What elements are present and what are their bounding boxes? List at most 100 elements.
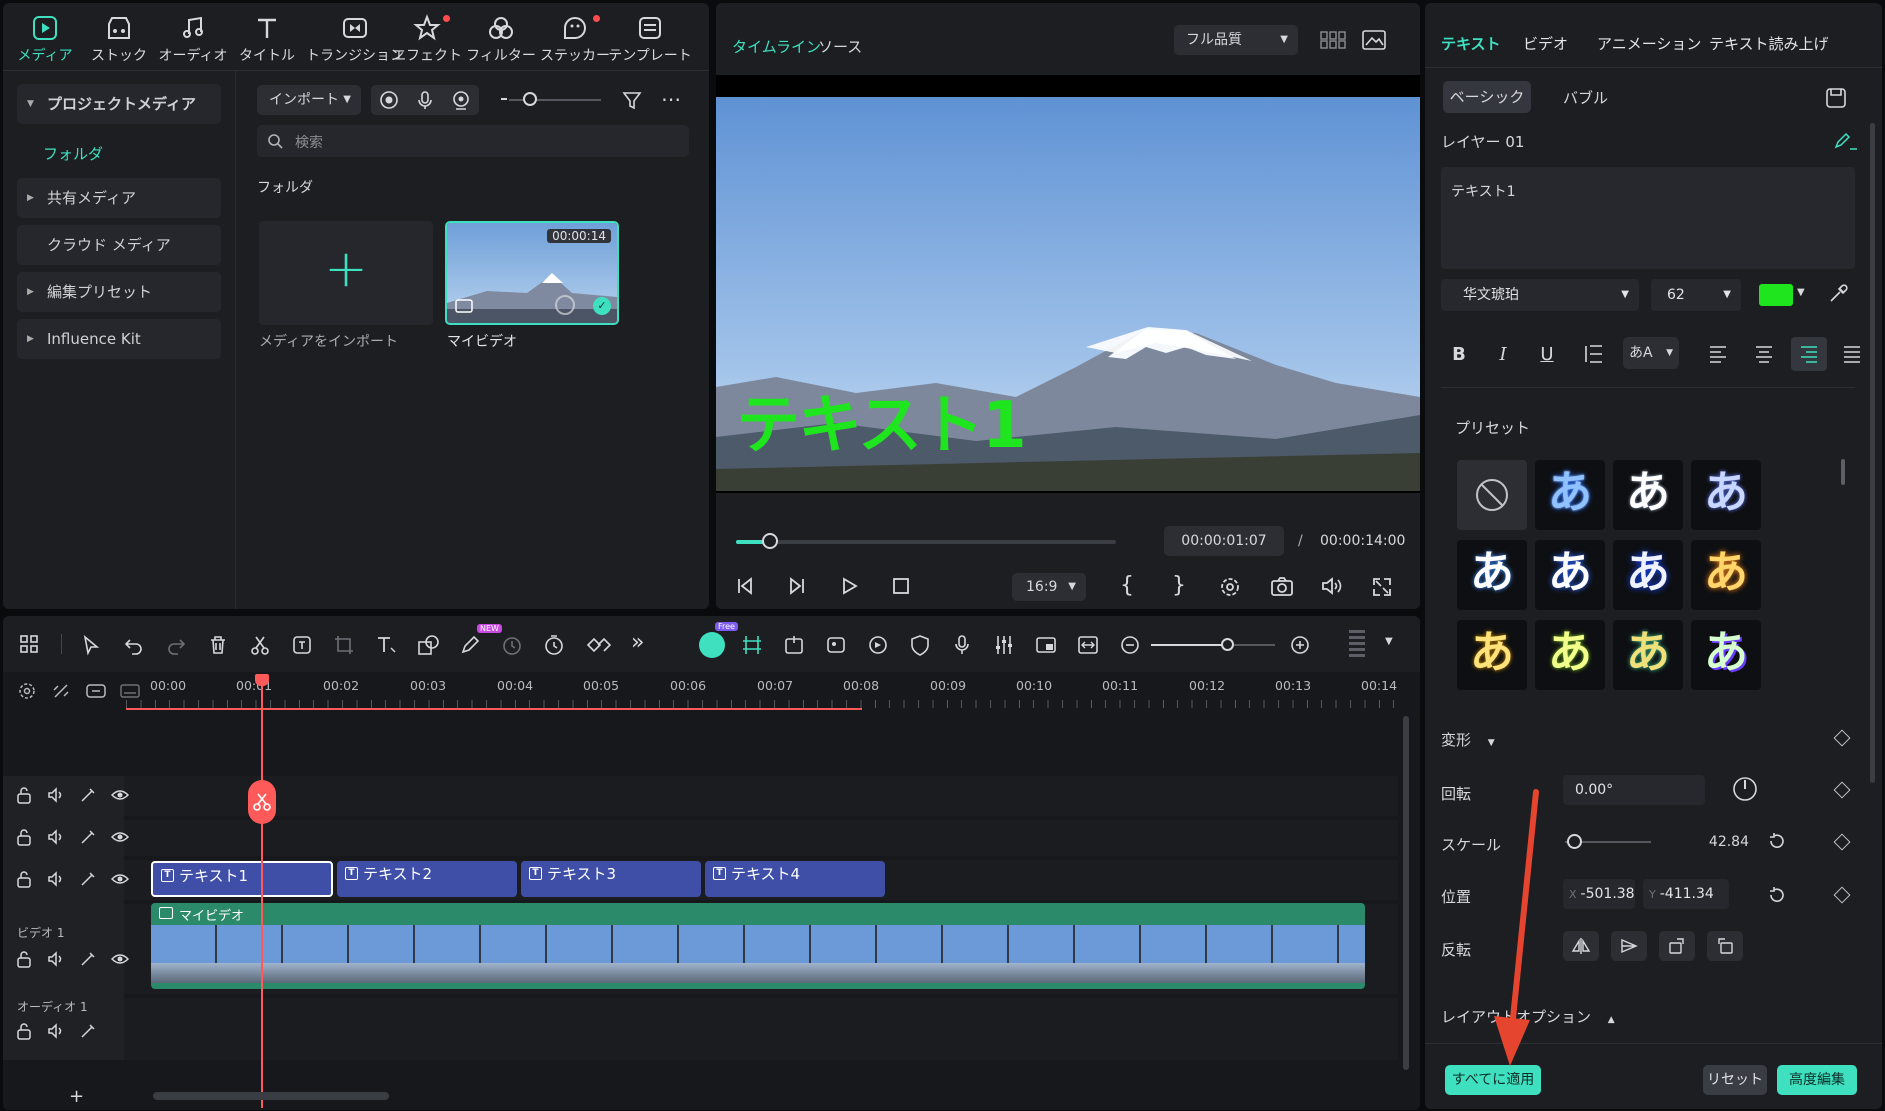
playback-progress-bar[interactable]	[736, 533, 1116, 549]
bold-button[interactable]: B	[1441, 337, 1477, 371]
playhead-handle[interactable]	[255, 674, 269, 686]
zoom-in-icon[interactable]	[1289, 634, 1311, 656]
crop-icon[interactable]	[333, 634, 355, 656]
tab-timeline[interactable]: タイムライン	[732, 36, 821, 57]
horizontal-scrollbar[interactable]	[153, 1092, 389, 1100]
speed-clock-icon[interactable]	[501, 634, 523, 656]
mark-in-icon[interactable]: {	[1120, 573, 1134, 598]
advanced-edit-button[interactable]: 高度編集	[1777, 1065, 1857, 1095]
text-clip[interactable]: T テキスト4	[705, 861, 885, 897]
microphone-icon[interactable]	[415, 90, 435, 110]
previous-frame-icon[interactable]	[734, 575, 756, 597]
scale-slider-knob[interactable]	[1566, 834, 1582, 849]
tab-text-to-speech[interactable]: テキスト読み上げ	[1709, 33, 1829, 54]
lock-icon[interactable]	[15, 950, 33, 968]
more-options-icon[interactable]: ⋯	[661, 87, 681, 111]
preview-text-overlay[interactable]: テキスト1	[736, 393, 1027, 459]
sidebar-item-edit-presets[interactable]: ▶ 編集プリセット	[17, 272, 221, 312]
volume-icon[interactable]	[47, 950, 65, 968]
effects-wand-icon[interactable]	[79, 828, 97, 846]
keyframe-diamond-icon[interactable]	[1833, 781, 1851, 799]
video-clip[interactable]: マイビデオ	[151, 903, 1365, 989]
reset-arrow-icon[interactable]	[1767, 885, 1787, 905]
line-spacing-icon[interactable]	[1583, 343, 1605, 365]
timeline-zoom-slider[interactable]	[1151, 638, 1275, 651]
keyframe-diamond-icon[interactable]	[1833, 833, 1851, 851]
preset-style[interactable]: あ	[1691, 620, 1761, 690]
text-clip[interactable]: T テキスト2	[337, 861, 517, 897]
position-x-input[interactable]: X -501.38	[1563, 879, 1635, 909]
quality-dropdown[interactable]: フル品質 ▼	[1174, 25, 1298, 55]
eye-icon[interactable]	[111, 786, 129, 804]
effects-wand-icon[interactable]	[79, 1022, 97, 1040]
layout-grid-icon[interactable]	[19, 634, 39, 654]
toolbar-effect[interactable]: エフェクト	[385, 11, 469, 65]
scissors-split-icon[interactable]	[249, 634, 271, 656]
zoom-knob[interactable]	[1221, 638, 1234, 651]
sidebar-item-influence-kit[interactable]: ▶ Influence Kit	[17, 319, 221, 359]
timer-icon[interactable]	[543, 634, 565, 656]
zoom-out-icon[interactable]	[1119, 634, 1141, 656]
preset-style[interactable]: あ	[1457, 620, 1527, 690]
volume-icon[interactable]	[1320, 575, 1344, 597]
align-justify-icon[interactable]	[1841, 343, 1863, 365]
filter-funnel-icon[interactable]	[621, 89, 643, 111]
align-right-button[interactable]	[1791, 337, 1827, 371]
preset-style[interactable]: あ	[1535, 620, 1605, 690]
ai-assistant-icon[interactable]	[699, 632, 725, 658]
volume-icon[interactable]	[47, 1022, 65, 1040]
next-frame-icon[interactable]	[786, 575, 808, 597]
thumbnail-size-slider[interactable]	[501, 92, 601, 106]
sidebar-item-project-media[interactable]: ▼ プロジェクトメディア	[17, 84, 221, 124]
preset-style[interactable]: あ	[1535, 460, 1605, 530]
preset-style[interactable]: あ	[1691, 540, 1761, 610]
apply-all-button[interactable]: すべてに適用	[1445, 1065, 1541, 1095]
font-size-dropdown[interactable]: 62 ▼	[1651, 279, 1741, 311]
text-color-swatch[interactable]	[1759, 284, 1793, 306]
rotation-dial-icon[interactable]	[1731, 775, 1759, 803]
preset-style[interactable]: あ	[1613, 460, 1683, 530]
playhead-line[interactable]	[261, 680, 263, 1108]
eyedropper-icon[interactable]	[1827, 283, 1849, 305]
inspector-scrollbar[interactable]	[1870, 123, 1875, 783]
sync-audio-icon[interactable]	[867, 634, 889, 656]
undo-icon[interactable]	[123, 634, 145, 656]
align-left-icon[interactable]	[1707, 343, 1729, 365]
volume-icon[interactable]	[47, 828, 65, 846]
unlink-icon[interactable]	[51, 681, 71, 701]
keyframe-diamond-icon[interactable]	[1833, 729, 1851, 747]
preview-viewport[interactable]: テキスト1	[716, 75, 1420, 493]
rotate-counterclockwise-button[interactable]	[1707, 931, 1743, 961]
aspect-ratio-dropdown[interactable]: 16:9 ▼	[1012, 573, 1086, 601]
preset-scrollbar[interactable]	[1841, 459, 1845, 485]
fit-timeline-icon[interactable]	[1077, 634, 1099, 656]
lock-icon[interactable]	[15, 870, 33, 888]
webcam-icon[interactable]	[451, 90, 471, 110]
select-arrow-icon[interactable]	[81, 634, 103, 656]
effects-wand-icon[interactable]	[79, 870, 97, 888]
fullscreen-icon[interactable]	[1372, 577, 1392, 597]
sidebar-item-folder[interactable]: フォルダ	[43, 143, 103, 164]
pip-icon[interactable]	[1035, 634, 1057, 656]
link-clip-icon[interactable]	[85, 681, 107, 701]
tab-text[interactable]: テキスト	[1441, 33, 1501, 54]
tab-video[interactable]: ビデオ	[1523, 33, 1568, 54]
mark-out-icon[interactable]: }	[1172, 573, 1186, 598]
scale-slider[interactable]	[1565, 834, 1651, 849]
timeline-settings-grip-icon[interactable]	[1349, 630, 1365, 658]
preset-none[interactable]	[1457, 460, 1527, 530]
effects-wand-icon[interactable]	[79, 950, 97, 968]
add-track-button[interactable]: +	[69, 1086, 84, 1107]
track-settings-icon[interactable]	[17, 681, 37, 701]
case-dropdown[interactable]: あA ▼	[1623, 337, 1679, 369]
volume-icon[interactable]	[47, 870, 65, 888]
subtab-bubble[interactable]: バブル	[1563, 87, 1608, 108]
toolbar-filter[interactable]: フィルター	[459, 11, 543, 65]
eye-icon[interactable]	[111, 828, 129, 846]
eye-icon[interactable]	[111, 870, 129, 888]
save-preset-icon[interactable]	[1825, 87, 1847, 109]
image-snapshot-icon[interactable]	[1362, 29, 1386, 51]
preset-style[interactable]: あ	[1691, 460, 1761, 530]
image-edit-icon[interactable]	[825, 634, 847, 656]
rotate-input[interactable]: 0.00°	[1563, 775, 1705, 805]
